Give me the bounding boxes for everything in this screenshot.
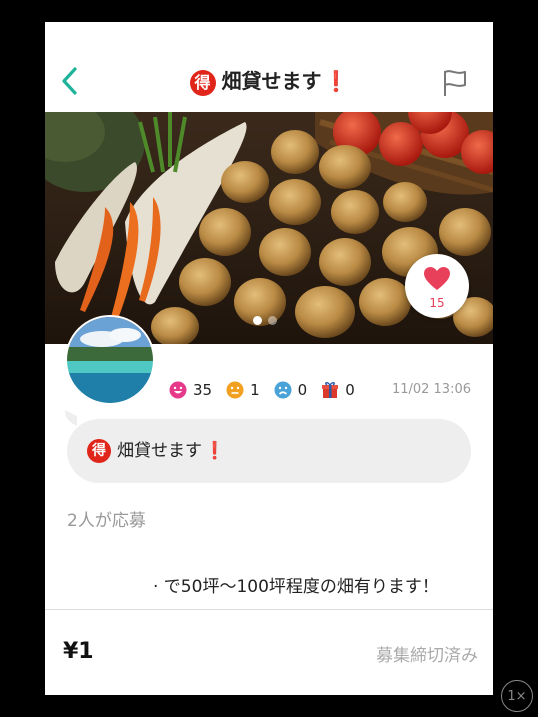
title-text: 畑貸せます — [221, 69, 322, 93]
reaction-smile-count: 35 — [193, 381, 213, 399]
price: ¥1 — [63, 639, 94, 664]
flag-icon[interactable] — [441, 68, 469, 98]
exclamation-icon: ❗ — [204, 441, 226, 461]
avatar[interactable] — [65, 315, 155, 405]
reaction-sad-count: 0 — [297, 381, 308, 399]
smile-emoji-icon — [169, 381, 187, 399]
reaction-gift[interactable]: 0 — [321, 381, 355, 399]
sad-emoji-icon — [274, 381, 292, 399]
heart-icon — [424, 267, 450, 290]
message-bubble: 得畑貸せます ❗ — [67, 419, 471, 483]
carousel-dot[interactable] — [268, 316, 277, 325]
header: 得畑貸せます ❗ — [45, 22, 493, 112]
page-title: 得畑貸せます ❗ — [45, 66, 493, 96]
like-button[interactable]: 15 — [405, 254, 469, 318]
exclamation-icon: ❗ — [323, 69, 349, 93]
post-description: · で50坪〜100坪程度の畑有ります！ — [153, 577, 439, 597]
zoom-button[interactable]: 1× — [501, 680, 533, 712]
bubble-text: 得畑貸せます ❗ — [87, 437, 225, 465]
toku-badge-icon: 得 — [189, 69, 216, 96]
divider — [45, 609, 493, 610]
applicant-count: 2人が応募 — [67, 511, 146, 531]
neutral-emoji-icon — [226, 381, 244, 399]
carousel-dot-active[interactable] — [253, 316, 262, 325]
reaction-neutral[interactable]: 1 — [226, 381, 260, 399]
reaction-sad[interactable]: 0 — [274, 381, 308, 399]
reaction-stats: 35 1 0 0 — [169, 380, 369, 400]
bubble-message: 畑貸せます — [117, 441, 202, 461]
gift-box-icon — [322, 382, 339, 398]
toku-badge-icon: 得 — [87, 439, 111, 463]
like-count: 15 — [429, 296, 445, 310]
reaction-neutral-count: 1 — [250, 381, 260, 399]
status-label: 募集締切済み — [376, 646, 478, 666]
avatar-image — [67, 317, 153, 403]
reaction-smile[interactable]: 35 — [169, 381, 212, 399]
reaction-gift-count: 0 — [345, 381, 355, 399]
post-card: 得畑貸せます ❗ 15 35 1 0 0 11/02 13:06 得 畑貸せます… — [45, 22, 493, 695]
carousel-dots[interactable] — [253, 310, 283, 329]
bubble-tail — [65, 410, 77, 426]
post-timestamp: 11/02 13:06 — [391, 382, 471, 397]
